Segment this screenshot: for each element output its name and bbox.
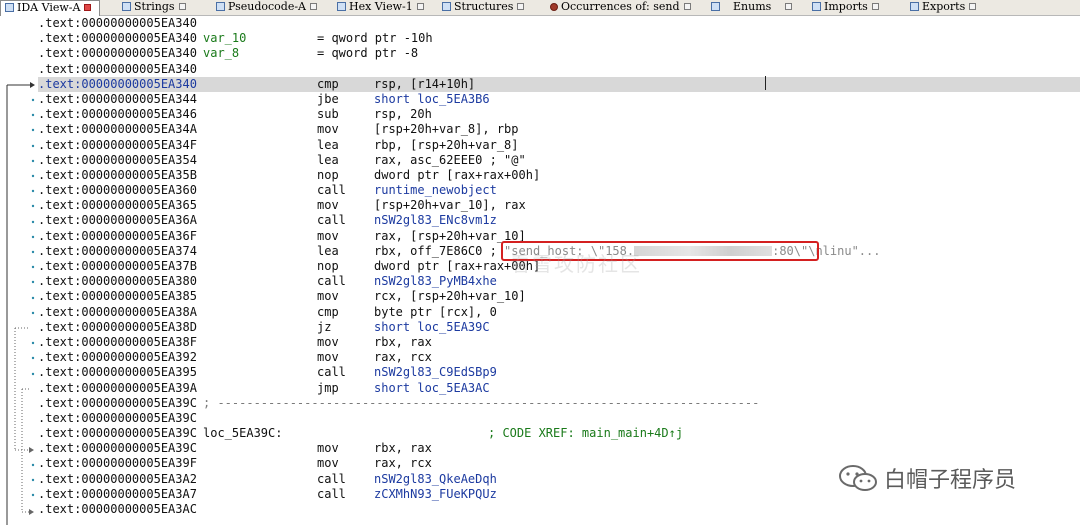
tab-occurrences[interactable]: Occurrences of: send	[546, 0, 698, 15]
tab-structures[interactable]: Structures	[438, 0, 538, 15]
listing-row[interactable]: .text:00000000005EA39A jmp short loc_5EA3A…	[38, 381, 1080, 396]
listing-row[interactable]: .text:00000000005EA340 var_8 = qword ptr -…	[38, 46, 1080, 61]
listing-row[interactable]: .text:00000000005EA34F lea rbp, [rsp+20h+v…	[38, 138, 1080, 153]
brand-name: 白帽子程序员	[884, 468, 1017, 493]
flow-arrow-gutter	[0, 16, 36, 525]
tab-close-icon[interactable]	[683, 3, 691, 10]
tab-close-icon[interactable]	[871, 3, 879, 10]
listing-row[interactable]: .text:00000000005EA39C	[38, 411, 1080, 426]
tab-hex-view-1[interactable]: Hex View-1	[333, 0, 433, 15]
tab-close-icon[interactable]	[416, 3, 424, 10]
listing-row[interactable]: .text:00000000005EA36A call nSW2gl83_ENc8v…	[38, 213, 1080, 228]
pseudocode-icon	[216, 2, 225, 11]
exports-icon	[910, 2, 919, 11]
listing-row[interactable]: .text:00000000005EA392 mov rax, rcx	[38, 350, 1080, 365]
listing-row[interactable]: .text:00000000005EA344 jbe short loc_5EA3B…	[38, 92, 1080, 107]
tab-close-icon[interactable]	[517, 3, 525, 10]
listing-row[interactable]: .text:00000000005EA39C mov rbx, rax	[38, 441, 1080, 456]
tab-close-icon[interactable]	[310, 3, 318, 10]
tab-close-icon[interactable]	[969, 3, 977, 10]
listing-row[interactable]: .text:00000000005EA38F mov rbx, rax	[38, 335, 1080, 350]
hex-view-icon	[337, 2, 346, 11]
wechat-icon	[839, 465, 877, 491]
listing-row-label[interactable]: .text:00000000005EA39C loc_5EA39C:; CODE …	[38, 426, 1080, 441]
tab-close-icon[interactable]	[84, 4, 92, 11]
text-cursor	[765, 76, 766, 90]
tab-strings[interactable]: Strings	[118, 0, 206, 15]
tab-imports[interactable]: Imports	[808, 0, 888, 15]
tab-exports[interactable]: Exports	[906, 0, 986, 15]
disassembly-icon	[5, 3, 14, 12]
listing-row[interactable]: .text:00000000005EA3AC	[38, 502, 1080, 517]
listing-row-separator[interactable]: .text:00000000005EA39C; ----------------…	[38, 396, 1080, 411]
listing-row[interactable]: .text:00000000005EA340	[38, 62, 1080, 77]
listing-row[interactable]: .text:00000000005EA385 mov rcx, [rsp+20h+v…	[38, 289, 1080, 304]
listing-row[interactable]: .text:00000000005EA340	[38, 16, 1080, 31]
structures-icon	[442, 2, 451, 11]
tab-ida-view-a[interactable]: IDA View-A	[0, 0, 100, 16]
listing-row[interactable]: .text:00000000005EA365 mov [rsp+20h+var_10…	[38, 198, 1080, 213]
listing-row[interactable]: .text:00000000005EA354 lea rax, asc_62EEE0…	[38, 153, 1080, 168]
listing-row[interactable]: .text:00000000005EA38D jz short loc_5EA39C	[38, 320, 1080, 335]
occurrences-icon	[550, 3, 558, 11]
tab-close-icon[interactable]	[785, 3, 793, 10]
listing-row[interactable]: .text:00000000005EA34A mov [rsp+20h+var_8]…	[38, 122, 1080, 137]
tab-enums[interactable]: Enums	[707, 0, 793, 15]
brand-watermark: 白帽子程序员	[838, 462, 1016, 494]
listing-row[interactable]: .text:00000000005EA38A cmp byte ptr [rcx],…	[38, 305, 1080, 320]
imports-icon	[812, 2, 821, 11]
listing-row[interactable]: .text:00000000005EA35B nop dword ptr [rax+…	[38, 168, 1080, 183]
strings-icon	[122, 2, 131, 11]
listing-row[interactable]: .text:00000000005EA346 sub rsp, 20h	[38, 107, 1080, 122]
enums-icon	[711, 2, 720, 11]
listing-row[interactable]: .text:00000000005EA340 var_10 = qword ptr …	[38, 31, 1080, 46]
tab-pseudocode-a[interactable]: Pseudocode-A	[212, 0, 324, 15]
listing-row[interactable]: .text:00000000005EA395 call nSW2gl83_C9EdS…	[38, 365, 1080, 380]
tab-close-icon[interactable]	[178, 3, 186, 10]
listing-row[interactable]: .text:00000000005EA360 call runtime_newobj…	[38, 183, 1080, 198]
watermark-text: 看雪攻防社区	[510, 252, 642, 276]
tab-bar: IDA View-A Strings Pseudocode-A Hex View…	[0, 0, 1080, 16]
listing-row-selected[interactable]: .text:00000000005EA340 cmp rsp, [r14+10h]	[38, 76, 1080, 92]
